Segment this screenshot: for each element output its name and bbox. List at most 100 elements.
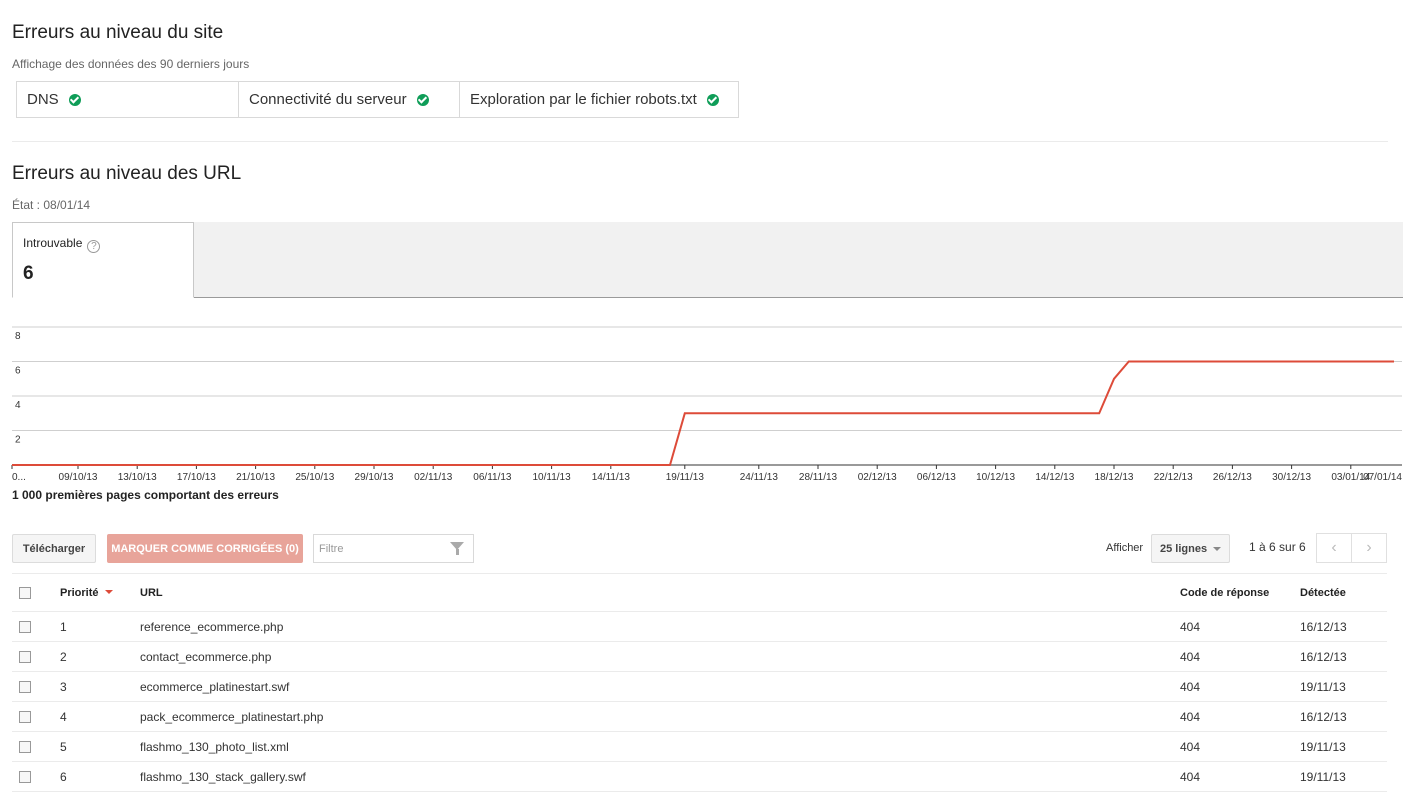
- table-row[interactable]: 1 reference_ecommerce.php 404 16/12/13: [12, 611, 1387, 642]
- rows-per-page-select[interactable]: 25 lignes: [1151, 534, 1230, 563]
- priority-header[interactable]: Priorité: [60, 573, 140, 612]
- row-select-cell: [12, 761, 60, 792]
- row-detected-date: 16/12/13: [1300, 641, 1387, 672]
- chevron-down-icon: [1213, 547, 1221, 551]
- errors-table: Priorité URL Code de réponse Détectée 1r…: [12, 573, 1387, 792]
- tab-not-found-count: 6: [23, 263, 34, 284]
- table-row[interactable]: 6 flashmo_130_stack_gallery.swf 404 19/11/1…: [12, 761, 1387, 792]
- row-select-cell: [12, 731, 60, 762]
- row-checkbox[interactable]: [19, 741, 31, 754]
- x-tick-label: 24/11/13: [740, 472, 779, 483]
- detected-header[interactable]: Détectée: [1300, 573, 1387, 612]
- x-tick-label: 30/12/13: [1272, 472, 1311, 483]
- row-response-code: 404: [1180, 641, 1300, 672]
- site-errors-title: Erreurs au niveau du site: [12, 22, 224, 43]
- y-tick-label: 4: [15, 400, 21, 411]
- y-tick-label: 8: [15, 331, 21, 342]
- row-detected-date: 16/12/13: [1300, 701, 1387, 732]
- row-url[interactable]: pack_ecommerce_platinestart.php: [140, 701, 1180, 732]
- series-line: [12, 360, 1394, 466]
- chevron-left-icon: ‹: [1331, 539, 1337, 556]
- row-select-cell: [12, 611, 60, 642]
- table-row[interactable]: 2 contact_ecommerce.php 404 16/12/13: [12, 641, 1387, 672]
- status-robots-label: Exploration par le fichier robots.txt: [470, 91, 697, 108]
- select-all-checkbox[interactable]: [19, 586, 31, 599]
- row-detected-date: 19/11/13: [1300, 731, 1387, 762]
- status-dns[interactable]: DNS: [17, 82, 239, 117]
- rows-select-value: 25 lignes: [1160, 542, 1208, 555]
- status-server-connectivity[interactable]: Connectivité du serveur: [239, 82, 460, 117]
- row-response-code: 404: [1180, 701, 1300, 732]
- site-status-table: DNS Connectivité du serveur Exploration …: [16, 81, 739, 118]
- x-tick-label: 09/10/13: [59, 472, 98, 483]
- row-detected-date: 19/11/13: [1300, 671, 1387, 702]
- row-priority: 2: [60, 641, 140, 672]
- row-priority: 6: [60, 761, 140, 792]
- x-tick-label: 17/10/13: [177, 472, 216, 483]
- errors-line-chart: 8 6 4 2 0... 09/10/13 13/10/13 17/10/13 21/10/13…: [11, 326, 1402, 483]
- previous-page-button[interactable]: ‹: [1316, 533, 1352, 563]
- mark-fixed-button[interactable]: MARQUER COMME CORRIGÉES (0): [107, 534, 303, 563]
- tab-label-text: Introuvable: [23, 236, 83, 250]
- x-tick-label: 18/12/13: [1095, 472, 1134, 483]
- url-errors-state: État : 08/01/14: [12, 198, 91, 212]
- row-url[interactable]: flashmo_130_stack_gallery.swf: [140, 761, 1180, 792]
- row-checkbox[interactable]: [19, 771, 31, 784]
- row-select-cell: [12, 701, 60, 732]
- help-icon[interactable]: ?: [87, 240, 101, 253]
- chevron-right-icon: ›: [1366, 539, 1372, 556]
- select-all-cell: [12, 573, 60, 612]
- row-url[interactable]: ecommerce_platinestart.swf: [140, 671, 1180, 702]
- site-errors-subtitle: Affichage des données des 90 derniers jo…: [12, 57, 250, 71]
- x-tick-label: 07/01/14: [1363, 472, 1402, 483]
- row-response-code: 404: [1180, 731, 1300, 762]
- download-button[interactable]: Télécharger: [12, 534, 96, 563]
- filter-funnel-icon[interactable]: [450, 542, 464, 555]
- row-detected-date: 19/11/13: [1300, 761, 1387, 792]
- response-code-header[interactable]: Code de réponse: [1180, 573, 1300, 612]
- table-header-row: Priorité URL Code de réponse Détectée: [12, 573, 1387, 612]
- status-robots[interactable]: Exploration par le fichier robots.txt: [460, 82, 738, 117]
- row-detected-date: 16/12/13: [1300, 611, 1387, 642]
- section-divider: [12, 141, 1388, 142]
- table-row[interactable]: 4 pack_ecommerce_platinestart.php 404 16/12…: [12, 701, 1387, 732]
- x-tick-label: 28/11/13: [799, 472, 838, 483]
- row-checkbox[interactable]: [19, 681, 31, 694]
- x-tick-label: 0...: [12, 472, 26, 483]
- row-checkbox[interactable]: [19, 651, 31, 664]
- row-checkbox[interactable]: [19, 711, 31, 724]
- table-row[interactable]: 5 flashmo_130_photo_list.xml 404 19/11/13: [12, 731, 1387, 762]
- row-url[interactable]: reference_ecommerce.php: [140, 611, 1180, 642]
- url-header[interactable]: URL: [140, 573, 1180, 612]
- x-tick-label: 29/10/13: [355, 472, 394, 483]
- status-dns-label: DNS: [27, 91, 59, 108]
- x-tick-label: 14/12/13: [1035, 472, 1074, 483]
- y-tick-label: 6: [15, 366, 21, 377]
- row-url[interactable]: flashmo_130_photo_list.xml: [140, 731, 1180, 762]
- rows-label: Afficher: [1106, 542, 1144, 554]
- x-tick-label: 25/10/13: [295, 472, 334, 483]
- row-response-code: 404: [1180, 611, 1300, 642]
- next-page-button[interactable]: ›: [1351, 533, 1387, 563]
- y-tick-label: 2: [15, 435, 21, 446]
- check-circle-icon: [68, 93, 81, 106]
- sort-desc-icon: [104, 589, 113, 594]
- x-tick-label: 02/11/13: [414, 472, 453, 483]
- row-checkbox[interactable]: [19, 621, 31, 634]
- check-circle-icon: [706, 93, 719, 106]
- x-tick-label: 06/12/13: [917, 472, 956, 483]
- check-circle-icon: [416, 93, 429, 106]
- x-tick-label: 06/11/13: [473, 472, 512, 483]
- x-tick-label: 13/10/13: [118, 472, 157, 483]
- row-url[interactable]: contact_ecommerce.php: [140, 641, 1180, 672]
- table-body: 1 reference_ecommerce.php 404 16/12/13 2 cont…: [12, 611, 1387, 792]
- row-response-code: 404: [1180, 671, 1300, 702]
- filter-input[interactable]: Filtre: [313, 534, 474, 563]
- table-row[interactable]: 3 ecommerce_platinestart.swf 404 19/11/13: [12, 671, 1387, 702]
- pagination-text: 1 à 6 sur 6: [1249, 540, 1306, 554]
- row-priority: 3: [60, 671, 140, 702]
- error-tabs: Introuvable? 6: [12, 222, 1403, 298]
- x-tick-label: 10/11/13: [533, 472, 572, 483]
- x-tick-label: 10/12/13: [976, 472, 1015, 483]
- tab-not-found[interactable]: Introuvable? 6: [12, 222, 194, 298]
